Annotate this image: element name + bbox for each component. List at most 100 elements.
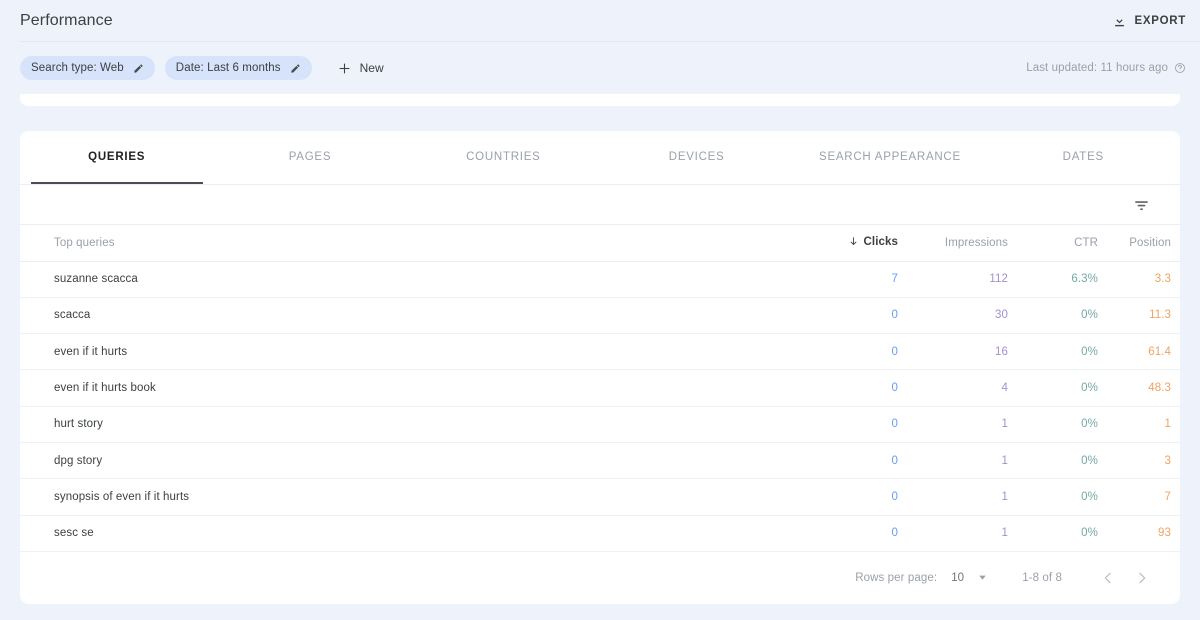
column-header-impressions-label: Impressions xyxy=(945,237,1008,249)
filter-chip-search-type[interactable]: Search type: Web xyxy=(20,56,155,80)
tab-countries-label: COUNTRIES xyxy=(466,151,540,163)
filter-bar: Search type: Web Date: Last 6 months xyxy=(0,42,1200,94)
cell-clicks: 0 xyxy=(800,479,910,515)
chevron-right-icon xyxy=(1134,570,1150,586)
tab-search-appearance-label: SEARCH APPEARANCE xyxy=(819,151,961,163)
column-header-ctr[interactable]: CTR xyxy=(1020,225,1110,261)
filter-chip-group: Search type: Web Date: Last 6 months xyxy=(20,56,390,80)
tab-devices[interactable]: DEVICES xyxy=(600,131,793,185)
cell-clicks: 0 xyxy=(800,442,910,478)
column-header-impressions[interactable]: Impressions xyxy=(910,225,1020,261)
chart-card-partial xyxy=(20,94,1180,106)
table-tabs: QUERIES PAGES COUNTRIES DEVICES SEARCH A… xyxy=(20,131,1180,185)
filter-funnel-icon xyxy=(1133,197,1150,214)
cell-query[interactable]: hurt story xyxy=(20,406,800,442)
cell-query[interactable]: dpg story xyxy=(20,442,800,478)
table-row[interactable]: hurt story010%1 xyxy=(20,406,1180,442)
table-row[interactable]: synopsis of even if it hurts010%7 xyxy=(20,479,1180,515)
filter-chip-date-label: Date: Last 6 months xyxy=(176,62,281,74)
tab-countries[interactable]: COUNTRIES xyxy=(407,131,600,185)
arrow-down-icon xyxy=(848,236,859,247)
cell-query[interactable]: sesc se xyxy=(20,515,800,551)
cell-position: 3.3 xyxy=(1110,261,1180,297)
queries-table: Top queries Clicks Impressions xyxy=(20,225,1180,552)
next-page-button[interactable] xyxy=(1128,564,1156,592)
cell-ctr: 0% xyxy=(1020,442,1110,478)
rows-per-page-select[interactable]: 10 xyxy=(951,572,988,584)
cell-ctr: 0% xyxy=(1020,334,1110,370)
cell-query[interactable]: suzanne scacca xyxy=(20,261,800,297)
cell-ctr: 0% xyxy=(1020,515,1110,551)
pencil-icon xyxy=(290,63,301,74)
table-toolbar xyxy=(20,185,1180,225)
cell-ctr: 0% xyxy=(1020,479,1110,515)
tab-queries[interactable]: QUERIES xyxy=(20,131,213,185)
cell-impressions: 1 xyxy=(910,442,1020,478)
column-header-position-label: Position xyxy=(1129,237,1171,249)
table-row[interactable]: even if it hurts book040%48.3 xyxy=(20,370,1180,406)
table-row[interactable]: scacca0300%11.3 xyxy=(20,297,1180,333)
rows-per-page-value: 10 xyxy=(951,572,964,584)
help-circle-icon[interactable] xyxy=(1174,62,1186,74)
plus-icon xyxy=(338,62,351,75)
tab-search-appearance[interactable]: SEARCH APPEARANCE xyxy=(793,131,986,185)
filter-chip-search-type-label: Search type: Web xyxy=(31,62,124,74)
cell-position: 11.3 xyxy=(1110,297,1180,333)
filter-chip-date[interactable]: Date: Last 6 months xyxy=(165,56,312,80)
cell-query[interactable]: scacca xyxy=(20,297,800,333)
table-header-row: Top queries Clicks Impressions xyxy=(20,225,1180,261)
chevron-down-icon xyxy=(977,572,988,583)
cell-ctr: 0% xyxy=(1020,297,1110,333)
tab-dates-label: DATES xyxy=(1063,151,1104,163)
download-icon xyxy=(1112,14,1127,29)
cell-impressions: 16 xyxy=(910,334,1020,370)
tab-pages-label: PAGES xyxy=(289,151,332,163)
table-row[interactable]: sesc se010%93 xyxy=(20,515,1180,551)
add-new-filter-button[interactable]: New xyxy=(332,56,390,80)
cell-position: 7 xyxy=(1110,479,1180,515)
table-pagination: Rows per page: 10 1-8 of 8 xyxy=(20,552,1180,604)
cell-clicks: 7 xyxy=(800,261,910,297)
cell-position: 1 xyxy=(1110,406,1180,442)
column-header-top-queries-label: Top queries xyxy=(54,237,115,249)
cell-impressions: 1 xyxy=(910,406,1020,442)
column-header-clicks-label: Clicks xyxy=(864,236,898,248)
cell-impressions: 1 xyxy=(910,479,1020,515)
cell-clicks: 0 xyxy=(800,406,910,442)
add-new-filter-label: New xyxy=(360,61,384,75)
cell-ctr: 6.3% xyxy=(1020,261,1110,297)
previous-page-button[interactable] xyxy=(1094,564,1122,592)
queries-table-body: suzanne scacca71126.3%3.3scacca0300%11.3… xyxy=(20,261,1180,551)
cell-impressions: 1 xyxy=(910,515,1020,551)
tab-pages[interactable]: PAGES xyxy=(213,131,406,185)
cell-position: 93 xyxy=(1110,515,1180,551)
cell-position: 48.3 xyxy=(1110,370,1180,406)
export-button[interactable]: EXPORT xyxy=(1112,14,1187,29)
chevron-left-icon xyxy=(1100,570,1116,586)
cell-impressions: 4 xyxy=(910,370,1020,406)
table-row[interactable]: dpg story010%3 xyxy=(20,442,1180,478)
cell-ctr: 0% xyxy=(1020,370,1110,406)
last-updated: Last updated: 11 hours ago xyxy=(1026,62,1186,74)
table-row[interactable]: even if it hurts0160%61.4 xyxy=(20,334,1180,370)
table-filter-button[interactable] xyxy=(1128,192,1154,218)
cell-position: 3 xyxy=(1110,442,1180,478)
cell-query[interactable]: synopsis of even if it hurts xyxy=(20,479,800,515)
column-header-ctr-label: CTR xyxy=(1074,237,1098,249)
pencil-icon xyxy=(133,63,144,74)
cell-position: 61.4 xyxy=(1110,334,1180,370)
column-header-clicks[interactable]: Clicks xyxy=(800,225,910,261)
cell-impressions: 30 xyxy=(910,297,1020,333)
export-label: EXPORT xyxy=(1135,15,1187,27)
tab-dates[interactable]: DATES xyxy=(987,131,1180,185)
column-header-top-queries[interactable]: Top queries xyxy=(20,225,800,261)
column-header-position[interactable]: Position xyxy=(1110,225,1180,261)
page-header: Performance EXPORT xyxy=(0,0,1200,42)
cell-clicks: 0 xyxy=(800,297,910,333)
cell-query[interactable]: even if it hurts book xyxy=(20,370,800,406)
table-row[interactable]: suzanne scacca71126.3%3.3 xyxy=(20,261,1180,297)
last-updated-label: Last updated: 11 hours ago xyxy=(1026,62,1168,74)
tab-queries-label: QUERIES xyxy=(88,151,145,163)
performance-table-card: QUERIES PAGES COUNTRIES DEVICES SEARCH A… xyxy=(20,131,1180,604)
cell-query[interactable]: even if it hurts xyxy=(20,334,800,370)
